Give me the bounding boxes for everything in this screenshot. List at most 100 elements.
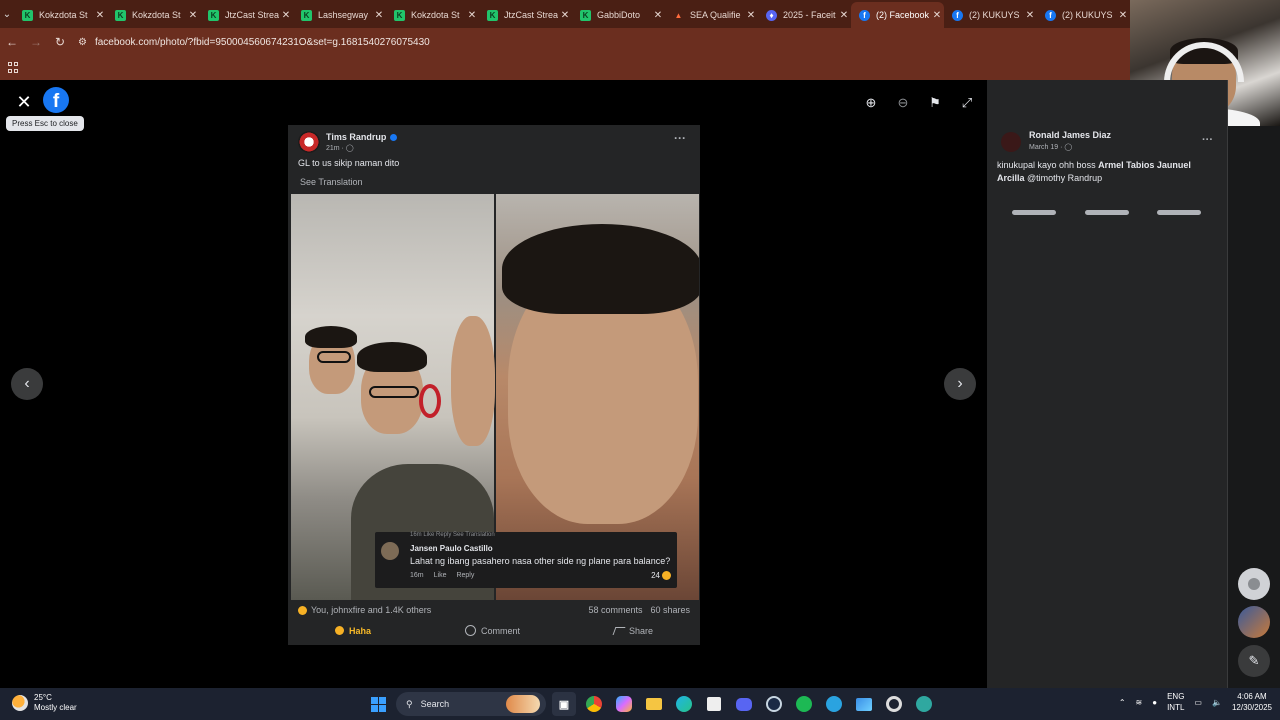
tag-icon[interactable]: ⚑ [926,94,944,112]
tab-6[interactable]: K GabbiDoto ✕ [572,2,665,28]
previous-comment-meta: 16m Like Reply See Translation [410,532,495,538]
tab-10[interactable]: f (2) KUKUYS ✕ [944,2,1037,28]
zoom-in-icon[interactable]: ⊕ [862,94,880,112]
start-button[interactable] [366,692,390,716]
close-tab-icon[interactable]: ✕ [93,10,107,21]
shares-count[interactable]: 60 shares [650,605,690,615]
haha-button[interactable]: Haha [334,625,371,636]
tab-3[interactable]: K Lashsegway ✕ [293,2,386,28]
task-view-icon[interactable]: ▣ [552,692,576,716]
photos-icon[interactable] [852,692,876,716]
close-tab-icon[interactable]: ✕ [837,10,851,21]
forward-icon[interactable]: → [24,35,48,49]
url-field[interactable]: ⚙ facebook.com/photo/?fbid=9500045606742… [78,37,430,48]
next-photo-button[interactable]: › [944,368,976,400]
avatar[interactable] [1001,132,1021,152]
app-icon[interactable] [882,692,906,716]
post-actions: Haha Comment Share [288,625,700,636]
close-tab-icon[interactable]: ✕ [465,10,479,21]
close-tab-icon[interactable]: ✕ [1023,10,1037,21]
clock[interactable]: 4:06 AM 12/30/2025 [1232,691,1272,713]
contact-avatar-button[interactable] [1238,568,1270,600]
chevron-right-icon: › [957,375,963,392]
compose-icon: ✎ [1248,653,1260,668]
close-tab-icon[interactable]: ✕ [930,10,944,21]
close-tab-icon[interactable]: ✕ [558,10,572,21]
steam-icon[interactable] [762,692,786,716]
close-tab-icon[interactable]: ✕ [279,10,293,21]
tab-2[interactable]: K JtzCast Strea ✕ [200,2,293,28]
more-options-icon[interactable]: ··· [674,131,686,145]
photo-viewer: ✕ f Press Esc to close ⊕ ⊖ ⚑ ⤢ ‹ › Tims … [0,80,987,688]
new-message-button[interactable]: ✎ [1238,645,1270,677]
close-tab-icon[interactable]: ✕ [744,10,758,21]
tab-strip: ⌄ K Kokzdota St ✕ K Kokzdota St ✕ K JtzCast Str… [0,0,1130,28]
tab-4[interactable]: K Kokzdota St ✕ [386,2,479,28]
contact-photo-button[interactable] [1238,606,1270,638]
display-icon[interactable]: ▭ [1194,698,1202,707]
avatar[interactable] [298,131,320,153]
close-tab-icon[interactable]: ✕ [651,10,665,21]
photo-caption: kinukupal kayo ohh boss Armel Tabios Jau… [997,159,1217,185]
post-text: GL to us sikip naman dito [298,158,400,168]
caption-mention-tail[interactable]: @timothy Randrup [1025,173,1102,183]
zoom-out-icon[interactable]: ⊖ [894,94,912,112]
language-code: ENG [1167,692,1185,701]
tab-1[interactable]: K Kokzdota St ✕ [107,2,200,28]
apps-grid-icon[interactable] [8,62,19,73]
tab-0[interactable]: K Kokzdota St ✕ [14,2,107,28]
tab-9[interactable]: f (2) Facebook ✕ [851,2,944,28]
close-tab-icon[interactable]: ✕ [186,10,200,21]
see-translation-link[interactable]: See Translation [300,177,363,187]
store-icon[interactable] [702,692,726,716]
telegram-icon[interactable] [822,692,846,716]
chevron-up-icon[interactable]: ⌃ [1119,698,1126,707]
kick-icon: K [22,9,33,21]
taskbar-search[interactable]: ⚲ Search [396,692,546,716]
copilot-icon[interactable] [612,692,636,716]
keyboard-layout: INTL [1167,703,1185,712]
tab-search-chevron-icon[interactable]: ⌄ [0,0,14,28]
discord-shield-icon: ♦ [766,9,777,21]
more-options-icon[interactable]: ··· [1202,134,1213,146]
comment-button[interactable]: Comment [464,625,520,636]
previous-photo-button[interactable]: ‹ [11,368,43,400]
post-date[interactable]: March 19 · [1029,144,1062,151]
poster-name[interactable]: Ronald James Diaz [1029,130,1111,140]
edge-icon[interactable] [672,692,696,716]
haha-label: Haha [348,625,371,636]
site-settings-icon[interactable]: ⚙ [78,37,87,48]
tab-8[interactable]: ♦ 2025 - Faceit ✕ [758,2,851,28]
volume-icon[interactable]: 🔈 [1212,698,1222,707]
comments-count[interactable]: 58 comments [588,605,642,615]
kick-icon: K [208,9,219,21]
tab-title: SEA Qualifie [690,10,741,20]
tab-5[interactable]: K JtzCast Strea ✕ [479,2,572,28]
taskbar-apps: ⚲ Search ▣ [366,692,936,716]
back-icon[interactable]: ← [0,35,24,49]
close-icon[interactable]: ✕ [14,92,34,112]
tab-title: 2025 - Faceit [783,10,836,20]
share-button[interactable]: Share [612,625,653,636]
share-label: Share [628,625,653,636]
facebook-logo-icon[interactable]: f [43,87,69,113]
microphone-icon[interactable]: ● [1152,698,1157,707]
discord-icon[interactable] [732,692,756,716]
contacts-rail: ✎ [1228,126,1280,688]
reactions-text[interactable]: You, johnxfire and 1.4K others [311,605,431,615]
reload-icon[interactable]: ↻ [48,35,72,49]
weather-widget[interactable]: 25°C Mostly clear [12,693,77,713]
network-icon[interactable]: ≋ [1136,698,1143,707]
close-tab-icon[interactable]: ✕ [372,10,386,21]
post-time[interactable]: 21m · [326,145,344,152]
chrome-icon[interactable] [582,692,606,716]
language-indicator[interactable]: ENG INTL [1167,691,1184,713]
author-name[interactable]: Tims Randrup [326,132,386,142]
globe-app-icon[interactable] [912,692,936,716]
close-tab-icon[interactable]: ✕ [1116,10,1130,21]
file-explorer-icon[interactable] [642,692,666,716]
tab-7[interactable]: ▲ SEA Qualifie ✕ [665,2,758,28]
spotify-icon[interactable] [792,692,816,716]
fullscreen-icon[interactable]: ⤢ [958,94,976,112]
tab-11[interactable]: f (2) KUKUYS ✕ [1037,2,1130,28]
